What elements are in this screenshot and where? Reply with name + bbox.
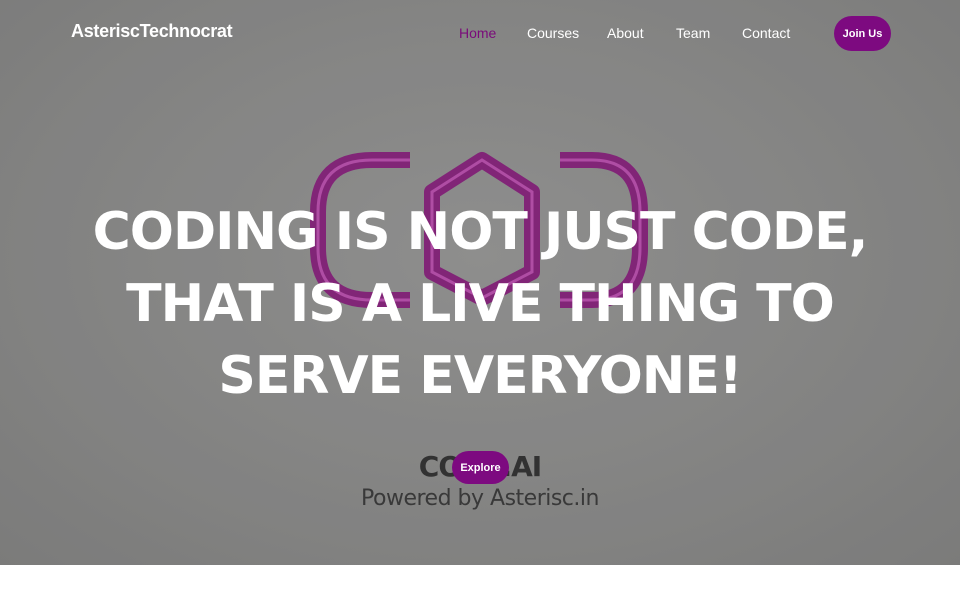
headline-line-3: SERVE EVERYONE! (218, 346, 742, 406)
nav-link-about[interactable]: About (607, 25, 644, 41)
page-content-below-hero (0, 565, 960, 600)
nav-link-contact[interactable]: Contact (742, 25, 790, 41)
nav-link-team[interactable]: Team (676, 25, 710, 41)
explore-button[interactable]: Explore (452, 451, 509, 484)
nav-link-courses[interactable]: Courses (527, 25, 579, 41)
headline-line-2: THAT IS A LIVE THING TO (126, 274, 835, 334)
brand-logo-text[interactable]: AsteriscTechnocrat (71, 21, 233, 42)
nav-link-home[interactable]: Home (459, 25, 496, 41)
headline-line-1: CODING IS NOT JUST CODE, (92, 202, 869, 262)
hero-headline: CODING IS NOT JUST CODE, THAT IS A LIVE … (80, 196, 880, 412)
hero-section: CODE.AI Powered by Asterisc.in AsteriscT… (0, 0, 960, 565)
navbar: AsteriscTechnocrat Home Courses About Te… (0, 0, 960, 66)
join-us-button[interactable]: Join Us (834, 16, 891, 51)
